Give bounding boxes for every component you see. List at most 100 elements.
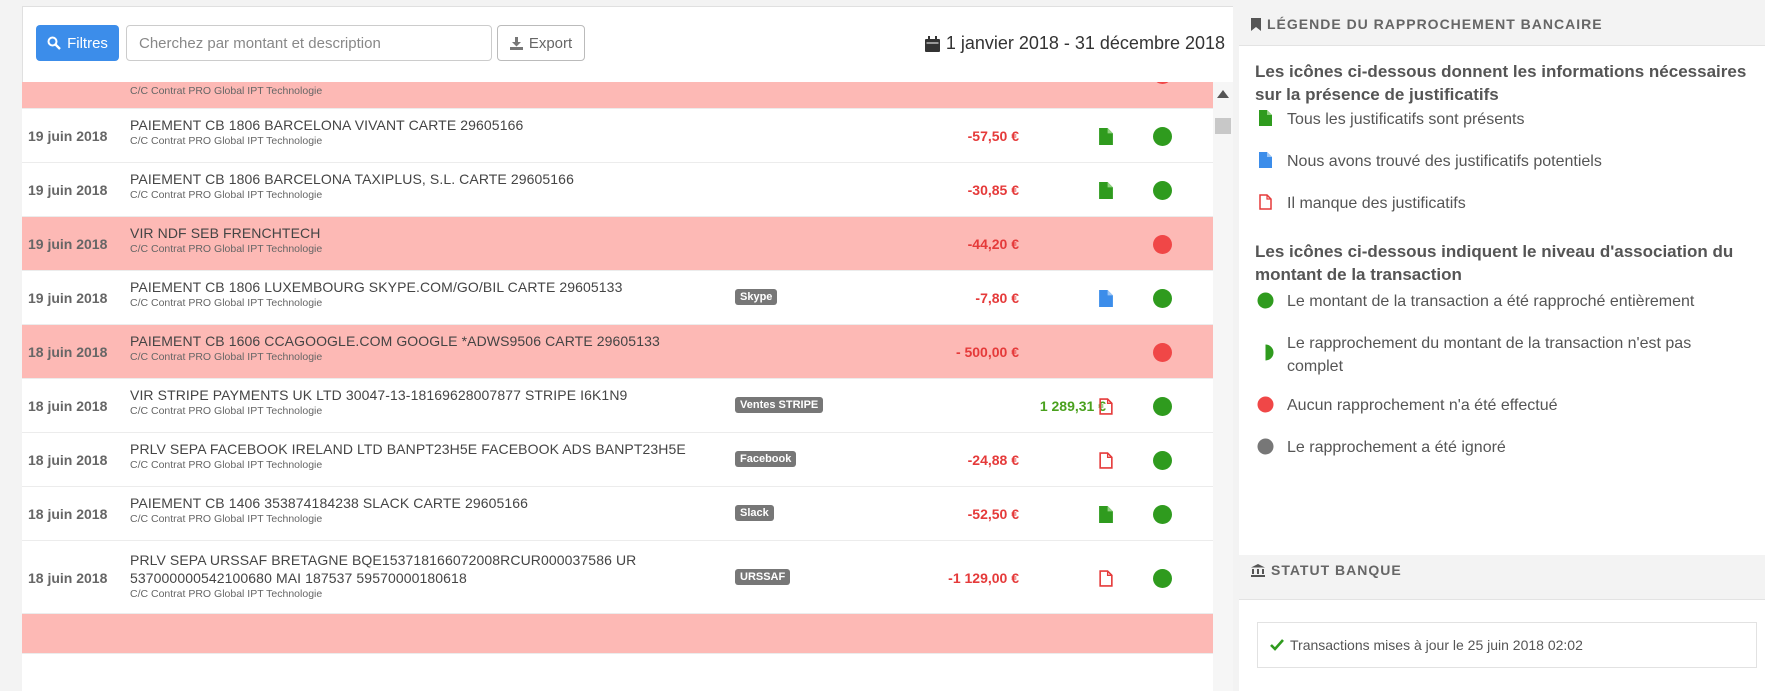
legend-match-item: Aucun rapprochement n'a été effectué: [1255, 394, 1558, 417]
transaction-row[interactable]: 18 juin 2018 PRLV SEPA FACEBOOK IRELAND L…: [22, 433, 1213, 487]
doc-red-outline-icon[interactable]: [1099, 398, 1113, 415]
category-tag[interactable]: Facebook: [735, 451, 797, 467]
green-dot-icon[interactable]: [1153, 127, 1172, 146]
transaction-row[interactable]: [22, 614, 1213, 654]
transaction-date: 18 juin 2018: [28, 344, 108, 360]
transaction-date: 18 juin 2018: [28, 569, 108, 586]
transaction-description: PAIEMENT CB 1806 BARCELONA VIVANT CARTE …: [130, 117, 524, 133]
search-input[interactable]: [126, 25, 492, 61]
table-scrollbar[interactable]: [1213, 82, 1233, 691]
legend-doc-item: Nous avons trouvé des justificatifs pote…: [1255, 150, 1602, 173]
match-intro: Les icônes ci-dessous indiquent le nivea…: [1255, 242, 1734, 284]
category-tag[interactable]: Slack: [735, 505, 774, 521]
bank-status-message: Transactions mises à jour le 25 juin 201…: [1257, 622, 1757, 668]
date-range[interactable]: 1 janvier 2018 - 31 décembre 2018: [903, 33, 1233, 54]
transaction-row[interactable]: 18 juin 2018 PRLV SEPA URSSAF BRETAGNE BQ…: [22, 541, 1213, 614]
legend-match-item: Le rapprochement a été ignoré: [1255, 436, 1506, 459]
transaction-description: VIR STRIPE PAYMENTS UK LTD 30047-13-1816…: [130, 387, 628, 403]
date-range-label: 1 janvier 2018 - 31 décembre 2018: [945, 33, 1225, 53]
calendar-icon: [924, 35, 940, 52]
transaction-row[interactable]: 18 juin 2018 PAIEMENT CB 1606 CCAGOOGLE.C…: [22, 325, 1213, 379]
transaction-account: C/C Contrat PRO Global IPT Technologie: [130, 243, 323, 255]
doc-blue-icon[interactable]: [1099, 290, 1113, 307]
legend-match-item: Le rapprochement du montant de la transa…: [1255, 332, 1735, 378]
half-green-dot-icon: [1265, 344, 1273, 361]
doc-red-outline-icon[interactable]: [1099, 569, 1113, 587]
red-dot-icon: [1257, 396, 1273, 413]
transaction-date: 18 juin 2018: [28, 398, 108, 414]
category-tag[interactable]: Ventes STRIPE: [735, 397, 824, 413]
transaction-amount: -44,20 €: [967, 236, 1019, 252]
grey-dot-icon: [1257, 438, 1273, 455]
transaction-amount: -57,50 €: [967, 128, 1019, 144]
scroll-up-arrow-icon[interactable]: [1217, 90, 1229, 98]
bank-icon: [1251, 563, 1265, 577]
green-dot-icon[interactable]: [1153, 505, 1172, 524]
transaction-date: 19 juin 2018: [28, 182, 108, 198]
transaction-date: 18 juin 2018: [28, 506, 108, 522]
transaction-description-line2: 537000000542100680 MAI 187537 5957000018…: [130, 570, 467, 586]
export-button[interactable]: Export: [497, 25, 585, 61]
doc-green-icon[interactable]: [1099, 182, 1113, 199]
doc-green-icon[interactable]: [1099, 128, 1113, 145]
filters-button[interactable]: Filtres: [36, 25, 119, 61]
green-dot-icon[interactable]: [1153, 451, 1172, 470]
doc-green-icon: [1258, 110, 1272, 126]
toolbar: Filtres Export 1 janvier 2018 - 31 décem…: [22, 6, 1233, 82]
transactions-panel: Filtres Export 1 janvier 2018 - 31 décem…: [0, 0, 1233, 691]
transaction-row[interactable]: 19 juin 2018 PAIEMENT CB 1806 LUXEMBOURG …: [22, 271, 1213, 325]
transaction-amount: -52,50 €: [967, 506, 1019, 522]
transaction-account: C/C Contrat PRO Global IPT Technologie: [130, 351, 323, 363]
legend-doc-item: Il manque des justificatifs: [1255, 192, 1466, 215]
legend-box: Les icônes ci-dessous donnent les inform…: [1239, 45, 1765, 555]
check-icon: [1270, 639, 1284, 651]
doc-blue-icon: [1258, 152, 1272, 168]
legend-match-item: Le montant de la transaction a été rappr…: [1255, 290, 1694, 313]
transaction-row[interactable]: 18 juin 2018 VIR STRIPE PAYMENTS UK LTD 3…: [22, 379, 1213, 433]
transaction-description: PAIEMENT CB 1806 BARCELONA TAXIPLUS, S.L…: [130, 171, 574, 187]
filters-label: Filtres: [67, 34, 108, 52]
green-dot-icon[interactable]: [1153, 289, 1172, 308]
red-dot-icon[interactable]: [1153, 343, 1172, 362]
transaction-row[interactable]: 20 juin 2018C/C Contrat PRO Global IPT T…: [22, 82, 1213, 109]
transaction-account: C/C Contrat PRO Global IPT Technologie: [130, 405, 323, 417]
search-icon: [47, 36, 61, 50]
export-label: Export: [528, 34, 573, 52]
transaction-amount: -24,88 €: [967, 452, 1019, 468]
bank-status-title: STATUT BANQUE: [1251, 562, 1402, 578]
transaction-account: C/C Contrat PRO Global IPT Technologie: [130, 85, 323, 97]
transaction-row[interactable]: 19 juin 2018 VIR NDF SEB FRENCHTECH C/C Co…: [22, 217, 1213, 271]
scroll-thumb[interactable]: [1215, 118, 1231, 134]
transaction-account: C/C Contrat PRO Global IPT Technologie: [130, 297, 323, 309]
transaction-row[interactable]: 19 juin 2018 PAIEMENT CB 1806 BARCELONA V…: [22, 109, 1213, 163]
transaction-account: C/C Contrat PRO Global IPT Technologie: [130, 459, 323, 471]
transaction-description: PAIEMENT CB 1806 LUXEMBOURG SKYPE.COM/GO…: [130, 279, 623, 295]
transaction-amount: -30,85 €: [967, 182, 1019, 198]
category-tag[interactable]: URSSAF: [735, 568, 791, 585]
legend-doc-item: Tous les justificatifs sont présents: [1255, 108, 1524, 131]
green-dot-icon[interactable]: [1153, 397, 1172, 416]
doc-red-outline-icon: [1258, 194, 1272, 210]
doc-green-icon[interactable]: [1099, 506, 1113, 523]
transaction-date: 19 juin 2018: [28, 290, 108, 306]
transaction-account: C/C Contrat PRO Global IPT Technologie: [130, 513, 323, 525]
red-dot-icon[interactable]: [1153, 82, 1172, 84]
transaction-description: PAIEMENT CB 1406 353874184238 SLACK CART…: [130, 495, 529, 511]
transaction-date: 19 juin 2018: [28, 128, 108, 144]
green-dot-icon[interactable]: [1153, 568, 1172, 588]
red-dot-icon[interactable]: [1153, 235, 1172, 254]
green-dot-icon: [1257, 292, 1273, 309]
docs-intro: Les icônes ci-dessous donnent les inform…: [1255, 62, 1747, 104]
transactions-table: 20 juin 2018C/C Contrat PRO Global IPT T…: [22, 82, 1213, 691]
transaction-account: C/C Contrat PRO Global IPT Technologie: [130, 135, 323, 147]
green-dot-icon[interactable]: [1153, 181, 1172, 200]
transaction-description: VIR NDF SEB FRENCHTECH: [130, 225, 321, 241]
transaction-date: 19 juin 2018: [28, 236, 108, 252]
transaction-date: 18 juin 2018: [28, 452, 108, 468]
transaction-row[interactable]: 18 juin 2018 PAIEMENT CB 1406 35387418423…: [22, 487, 1213, 541]
transaction-row[interactable]: 19 juin 2018 PAIEMENT CB 1806 BARCELONA T…: [22, 163, 1213, 217]
doc-red-outline-icon[interactable]: [1099, 452, 1113, 469]
category-tag[interactable]: Skype: [735, 289, 778, 305]
transaction-amount: 1 289,31 €: [1039, 398, 1106, 414]
download-icon: [509, 36, 523, 50]
